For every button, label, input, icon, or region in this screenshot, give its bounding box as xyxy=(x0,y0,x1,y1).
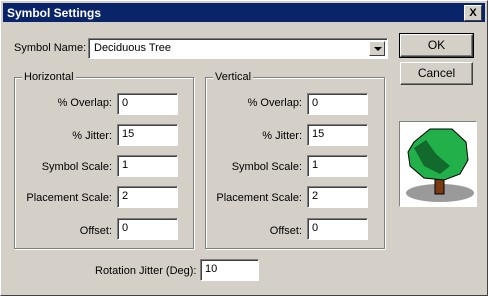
v-offset-label: Offset: xyxy=(269,225,302,237)
h-overlap-input[interactable]: 0 xyxy=(117,93,178,115)
rotation-jitter-label: Rotation Jitter (Deg): xyxy=(95,265,197,277)
symbol-name-label: Symbol Name: xyxy=(14,42,87,54)
h-placement-scale-input[interactable]: 2 xyxy=(117,186,178,208)
h-placement-scale-label: Placement Scale: xyxy=(26,192,112,204)
v-placement-scale-input[interactable]: 2 xyxy=(307,186,368,208)
h-jitter-input[interactable]: 15 xyxy=(117,124,178,146)
rotation-jitter-input[interactable]: 10 xyxy=(200,259,259,281)
vertical-group-title: Vertical xyxy=(213,71,254,83)
close-button[interactable]: X xyxy=(464,5,482,21)
v-symbol-scale-label: Symbol Scale: xyxy=(231,161,302,173)
dialog-title: Symbol Settings xyxy=(7,6,102,20)
symbol-preview xyxy=(399,121,477,207)
symbol-name-value: Deciduous Tree xyxy=(94,42,172,54)
title-bar[interactable]: Symbol Settings X xyxy=(3,3,485,22)
v-overlap-input[interactable]: 0 xyxy=(307,93,368,115)
h-offset-input[interactable]: 0 xyxy=(117,218,178,240)
deciduous-tree-icon xyxy=(406,128,474,202)
horizontal-group-title: Horizontal xyxy=(22,71,76,83)
v-symbol-scale-input[interactable]: 1 xyxy=(307,155,368,177)
h-symbol-scale-input[interactable]: 1 xyxy=(117,155,178,177)
v-overlap-label: % Overlap: xyxy=(247,97,302,109)
h-overlap-label: % Overlap: xyxy=(57,97,112,109)
h-symbol-scale-label: Symbol Scale: xyxy=(41,161,112,173)
h-jitter-label: % Jitter: xyxy=(72,130,112,142)
ok-button[interactable]: OK xyxy=(399,33,474,58)
chevron-down-icon[interactable] xyxy=(369,41,385,56)
v-jitter-input[interactable]: 15 xyxy=(307,124,368,146)
v-offset-input[interactable]: 0 xyxy=(307,218,368,240)
symbol-name-dropdown[interactable]: Deciduous Tree xyxy=(88,38,388,59)
h-offset-label: Offset: xyxy=(79,225,112,237)
v-jitter-label: % Jitter: xyxy=(262,130,302,142)
cancel-button[interactable]: Cancel xyxy=(400,62,473,85)
v-placement-scale-label: Placement Scale: xyxy=(216,192,302,204)
